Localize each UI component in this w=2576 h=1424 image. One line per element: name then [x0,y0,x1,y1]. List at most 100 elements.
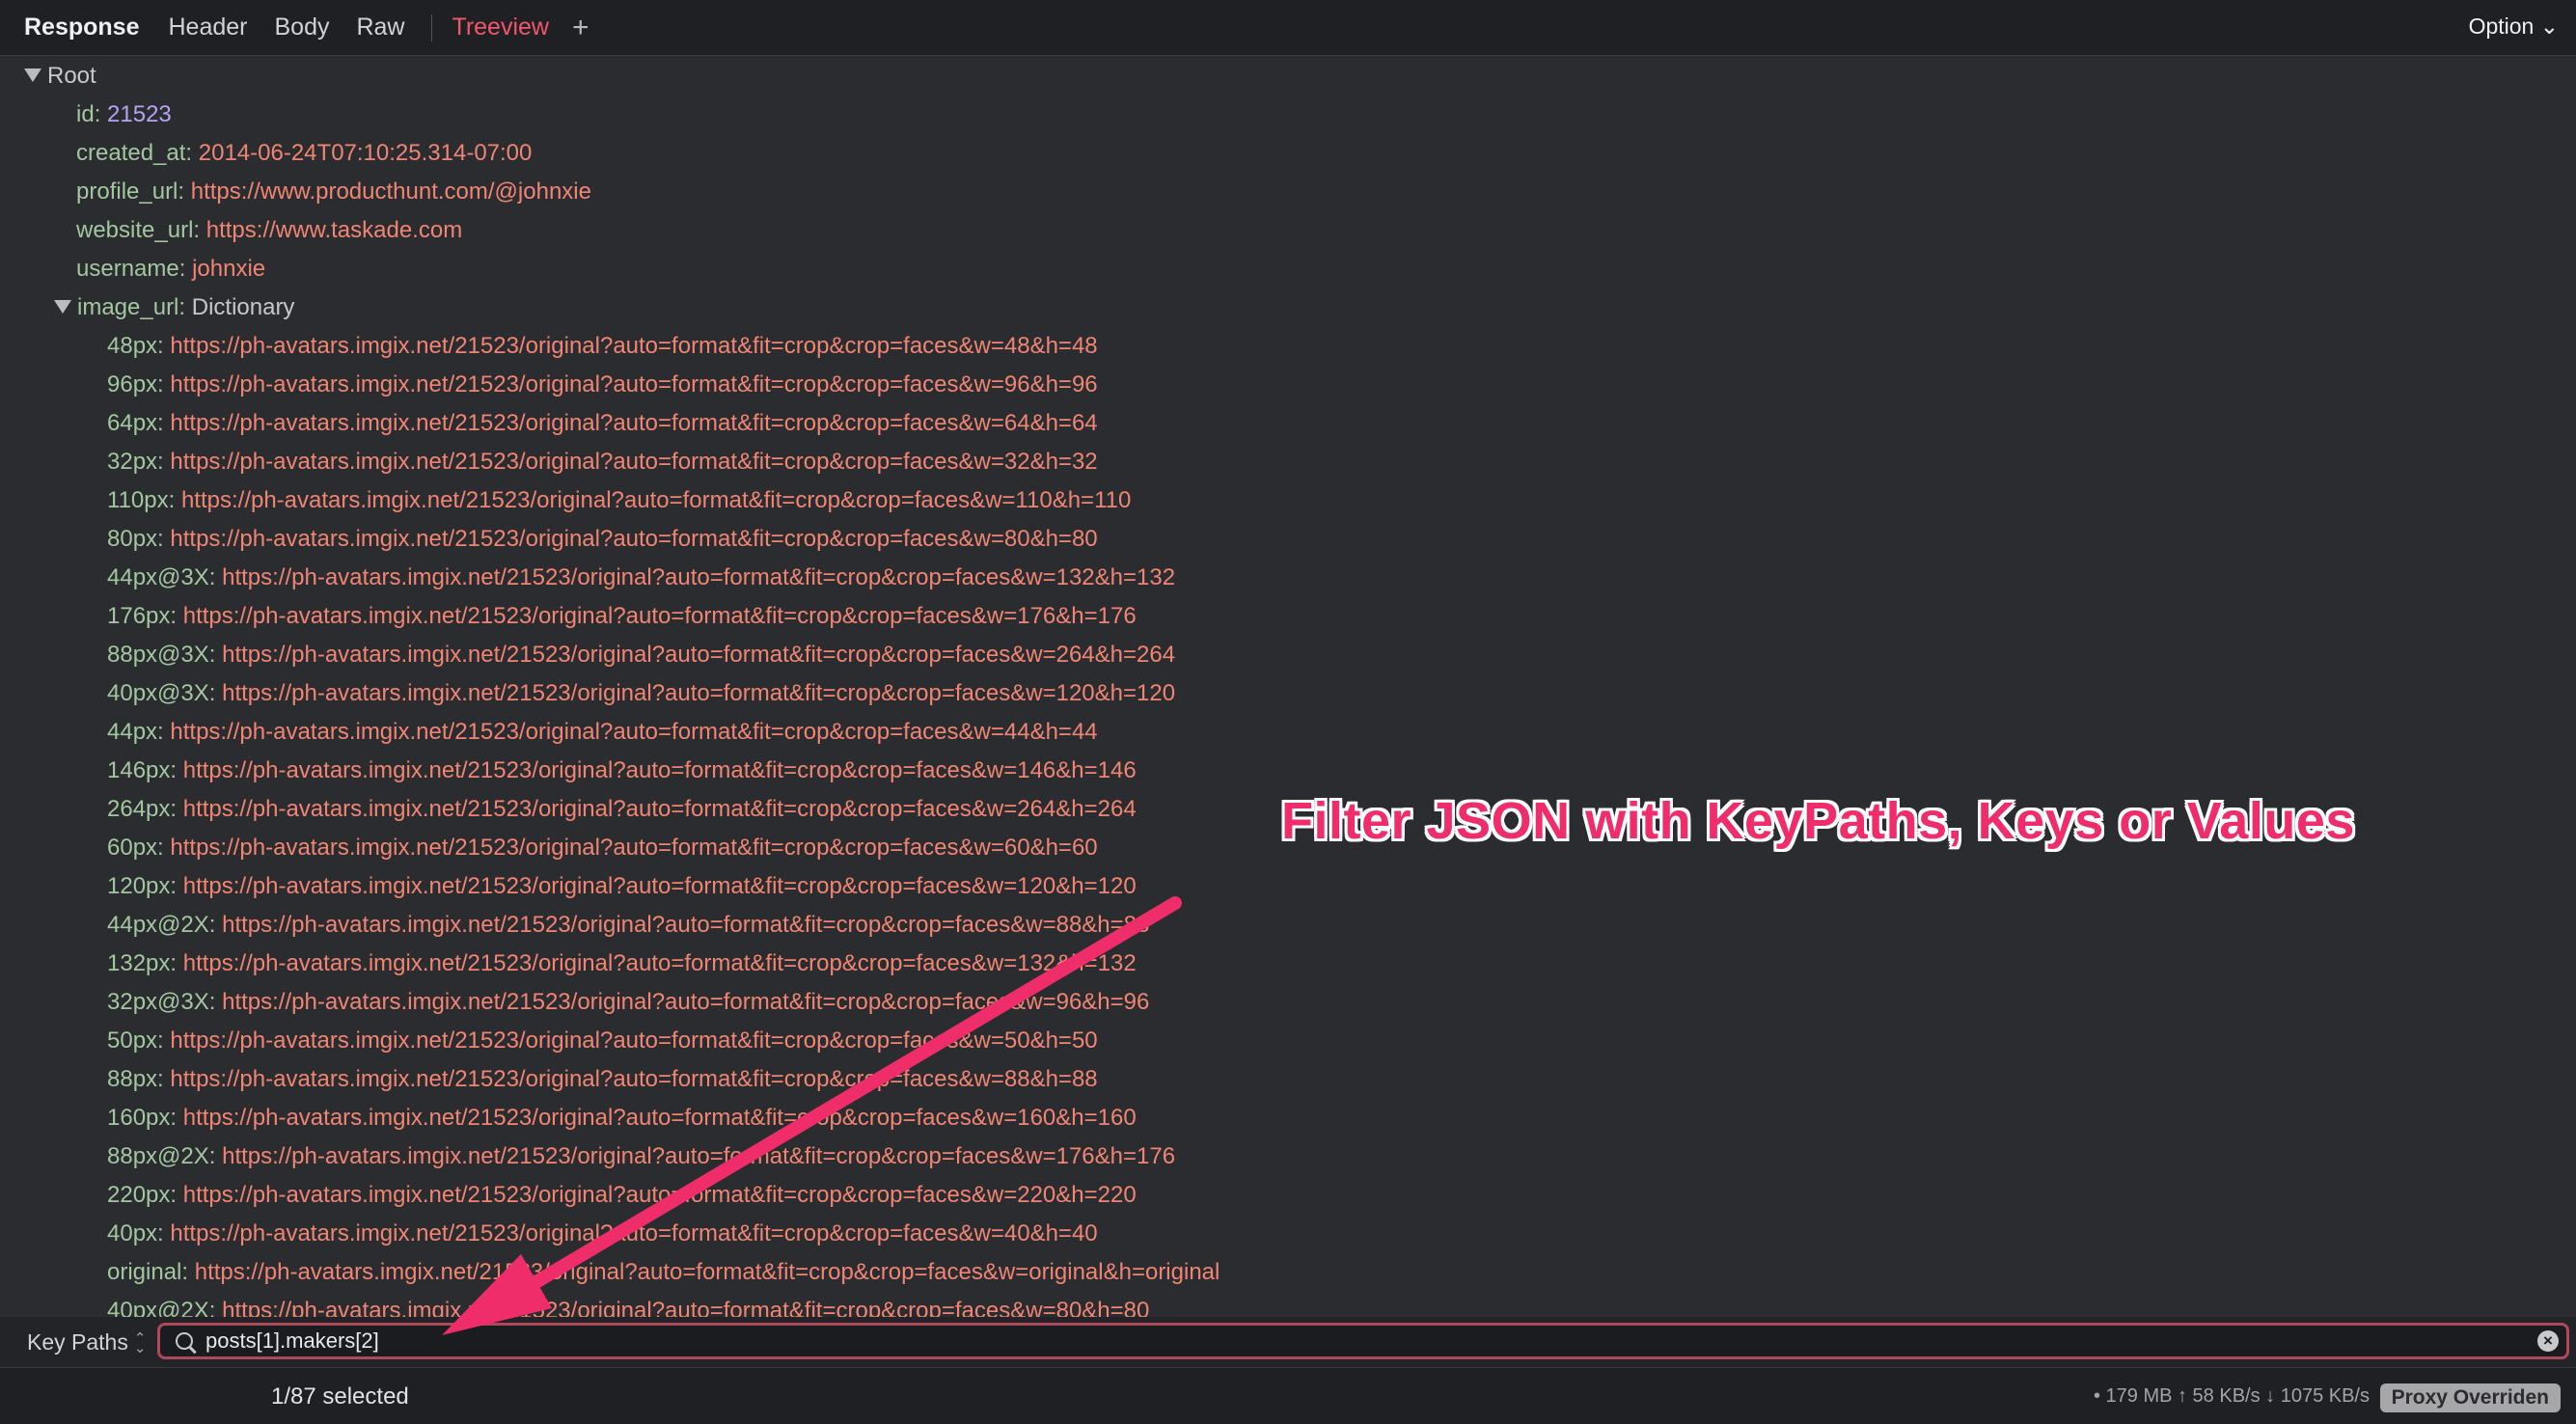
option-label: Option [2468,14,2535,39]
field-key: id [76,101,95,127]
tree-root-row[interactable]: Root [24,57,96,96]
item-value: https://ph-avatars.imgix.net/21523/origi… [182,603,1137,629]
item-value: https://ph-avatars.imgix.net/21523/origi… [194,1259,1220,1285]
tree-item-row[interactable]: 40px: https://ph-avatars.imgix.net/21523… [107,1215,1098,1253]
tree-item-row[interactable]: 220px: https://ph-avatars.imgix.net/2152… [107,1176,1137,1215]
filter-search-input[interactable] [206,1326,2502,1356]
tree-item-row[interactable]: 44px: https://ph-avatars.imgix.net/21523… [107,713,1098,752]
tree-item-row[interactable]: 146px: https://ph-avatars.imgix.net/2152… [107,752,1137,790]
item-value: https://ph-avatars.imgix.net/21523/origi… [170,1027,1098,1054]
tree-dictionary-row[interactable]: image_url: Dictionary [54,288,294,327]
item-colon: : [170,757,183,783]
tab-treeview[interactable]: Treeview [452,14,549,41]
item-value: https://ph-avatars.imgix.net/21523/origi… [182,950,1137,976]
item-key: 96px [107,371,158,397]
item-key: 44px@2X [107,912,209,938]
tree-item-row[interactable]: original: https://ph-avatars.imgix.net/2… [107,1253,1219,1292]
item-colon: : [157,410,171,436]
disclosure-triangle-icon[interactable] [24,68,41,82]
item-value: https://ph-avatars.imgix.net/21523/origi… [222,1298,1150,1317]
tree-field-row[interactable]: username: johnxie [76,250,265,288]
item-key: 110px [107,487,169,513]
tree-item-row[interactable]: 50px: https://ph-avatars.imgix.net/21523… [107,1022,1098,1060]
item-value: https://ph-avatars.imgix.net/21523/origi… [222,564,1176,590]
item-colon: : [208,564,223,590]
tree-item-row[interactable]: 132px: https://ph-avatars.imgix.net/2152… [107,945,1137,983]
plus-icon[interactable]: + [572,12,589,44]
field-value: 21523 [107,101,172,127]
tree-item-row[interactable]: 120px: https://ph-avatars.imgix.net/2152… [107,867,1137,906]
tree-item-row[interactable]: 160px: https://ph-avatars.imgix.net/2152… [107,1099,1137,1137]
item-value: https://ph-avatars.imgix.net/21523/origi… [222,989,1150,1015]
filter-mode-select[interactable]: Key Paths ⌃ ⌄ [27,1317,146,1367]
item-value: https://ph-avatars.imgix.net/21523/origi… [182,796,1137,822]
item-key: 132px [107,950,171,976]
tree-item-row[interactable]: 88px@2X: https://ph-avatars.imgix.net/21… [107,1137,1175,1176]
filter-bar: Key Paths⌃⌄ × [0,1317,2576,1367]
option-menu[interactable]: Option ⌄ [2469,14,2559,40]
tree-field-row[interactable]: id: 21523 [76,96,172,134]
tree-item-row[interactable]: 64px: https://ph-avatars.imgix.net/21523… [107,404,1098,443]
item-key: 50px [107,1027,158,1054]
item-value: https://ph-avatars.imgix.net/21523/origi… [170,835,1098,861]
item-key: original [107,1259,182,1285]
item-colon: : [157,719,171,745]
item-key: 80px [107,526,158,552]
root-label: Root [47,63,96,89]
tree-item-row[interactable]: 110px: https://ph-avatars.imgix.net/2152… [107,481,1131,520]
item-key: 88px@3X [107,642,209,668]
tree-item-row[interactable]: 264px: https://ph-avatars.imgix.net/2152… [107,790,1137,829]
tree-item-row[interactable]: 176px: https://ph-avatars.imgix.net/2152… [107,597,1137,636]
tree-item-row[interactable]: 32px@3X: https://ph-avatars.imgix.net/21… [107,983,1149,1022]
tree-item-row[interactable]: 80px: https://ph-avatars.imgix.net/21523… [107,520,1098,559]
item-colon: : [157,1066,171,1092]
item-colon: : [208,989,223,1015]
item-colon: : [170,1105,183,1131]
clear-icon[interactable]: × [2537,1330,2559,1352]
tree-item-row[interactable]: 96px: https://ph-avatars.imgix.net/21523… [107,366,1098,404]
tab-raw[interactable]: Raw [356,14,404,41]
item-key: 160px [107,1105,171,1131]
item-key: 88px@2X [107,1143,209,1169]
item-value: https://ph-avatars.imgix.net/21523/origi… [170,410,1098,436]
tree-field-row[interactable]: profile_url: https://www.producthunt.com… [76,173,591,211]
tab-header[interactable]: Header [168,14,247,41]
tree-item-row[interactable]: 40px@3X: https://ph-avatars.imgix.net/21… [107,674,1175,713]
tree-item-row[interactable]: 32px: https://ph-avatars.imgix.net/21523… [107,443,1098,481]
item-colon: : [170,873,183,899]
proxy-status-badge[interactable]: Proxy Overriden [2379,1383,2561,1412]
field-key: username [76,256,179,282]
tree-item-row[interactable]: 44px@3X: https://ph-avatars.imgix.net/21… [107,559,1175,597]
item-key: 264px [107,796,171,822]
tree-item-row[interactable]: 40px@2X: https://ph-avatars.imgix.net/21… [107,1292,1149,1317]
item-key: 40px@3X [107,680,209,706]
field-colon: : [94,101,108,127]
up-down-chevron-icon: ⌃ ⌄ [133,1329,147,1356]
tab-body[interactable]: Body [274,14,329,41]
dictionary-key: image_url [77,294,179,320]
tree-item-row[interactable]: 48px: https://ph-avatars.imgix.net/21523… [107,327,1098,366]
item-colon: : [170,796,183,822]
tree-item-row[interactable]: 60px: https://ph-avatars.imgix.net/21523… [107,829,1098,867]
item-value: https://ph-avatars.imgix.net/21523/origi… [222,1143,1176,1169]
response-tab-bar: Response Header Body Raw Treeview + Opti… [0,0,2576,56]
item-value: https://ph-avatars.imgix.net/21523/origi… [182,1105,1137,1131]
item-colon: : [170,1182,183,1208]
filter-search-box[interactable]: × [157,1323,2569,1359]
item-colon: : [157,449,171,475]
tree-field-row[interactable]: website_url: https://www.taskade.com [76,211,462,250]
item-value: https://ph-avatars.imgix.net/21523/origi… [182,757,1137,783]
tree-item-row[interactable]: 88px@3X: https://ph-avatars.imgix.net/21… [107,636,1175,674]
item-colon: : [208,1298,223,1317]
tab-response[interactable]: Response [24,14,139,41]
tree-item-row[interactable]: 44px@2X: https://ph-avatars.imgix.net/21… [107,906,1149,945]
field-key: created_at [76,140,186,166]
item-key: 48px [107,333,158,359]
disclosure-triangle-icon[interactable] [54,299,71,314]
field-colon: : [178,178,191,205]
tree-field-row[interactable]: created_at: 2014-06-24T07:10:25.314-07:0… [76,134,532,173]
item-colon: : [157,526,171,552]
json-tree-view: Root id: 21523 created_at: 2014-06-24T07:… [0,56,2576,1317]
item-colon: : [208,642,223,668]
tree-item-row[interactable]: 88px: https://ph-avatars.imgix.net/21523… [107,1060,1098,1099]
